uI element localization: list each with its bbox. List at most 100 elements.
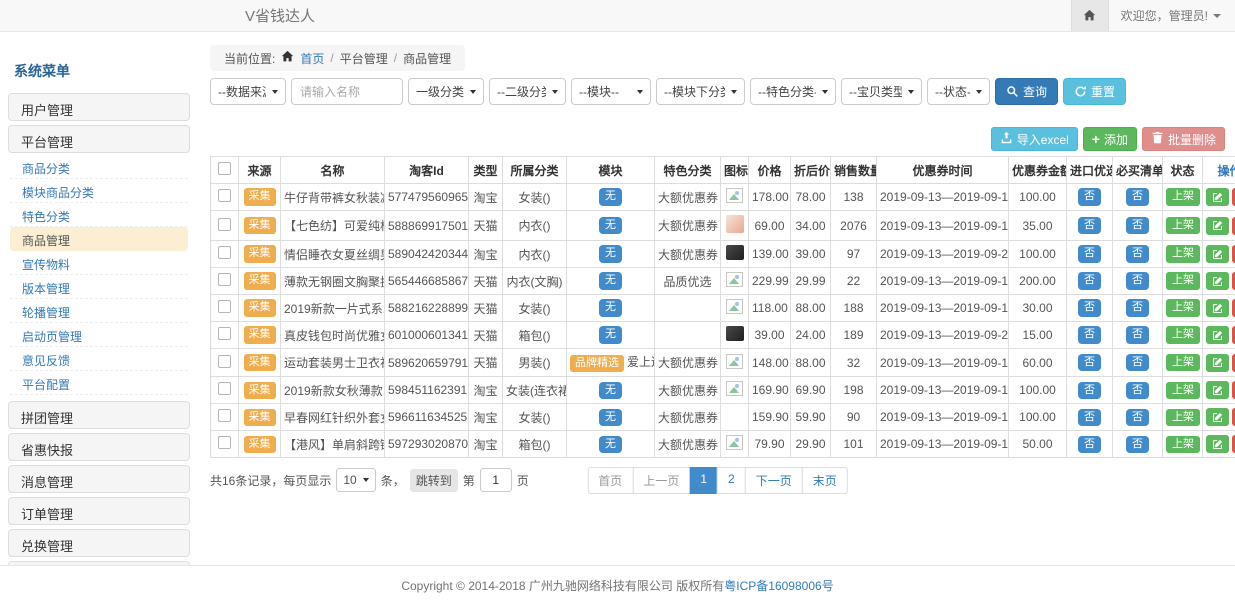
sidebar-item-goods-category[interactable]: 商品分类 [10,155,188,179]
select-all-checkbox[interactable] [218,162,231,175]
column-header: 价格 [749,157,791,184]
ops-cell [1203,322,1235,349]
status-cell: 上架 [1163,295,1203,322]
edit-button[interactable] [1206,435,1229,453]
edit-button[interactable] [1206,188,1229,206]
discount-price-cell: 88.00 [791,295,831,322]
coupon-time-cell: 2019-09-13—2019-09-17 [877,268,1009,295]
imported-cell: 否 [1067,404,1113,431]
page-last[interactable]: 末页 [802,467,848,494]
sidebar-group-users[interactable]: 用户管理 [8,93,190,121]
add-button[interactable]: +添加 [1083,127,1137,151]
filter-search-button[interactable]: 查询 [995,78,1058,105]
sidebar-group-message[interactable]: 消息管理 [8,465,190,493]
import-excel-button[interactable]: 导入excel [991,127,1078,151]
filter-select-status[interactable]: --状态-- [927,78,990,105]
module-cell: 无 [567,377,655,404]
page-first[interactable]: 首页 [587,467,633,494]
module-none-badge: 无 [599,272,622,289]
sidebar-group-exchange[interactable]: 兑换管理 [8,529,190,557]
edit-button[interactable] [1206,245,1229,263]
filter-select-feature[interactable]: --特色分类-- [750,78,836,105]
sidebar-group-platform[interactable]: 平台管理 [8,125,190,153]
coupon-amount-cell: 100.00 [1009,377,1067,404]
caret-down-icon [822,90,828,94]
jump-button[interactable]: 跳转到 [410,469,458,492]
thumbnail-cell [721,295,749,322]
sidebar-item-promo-material[interactable]: 宣传物料 [10,251,188,275]
module-none-badge: 无 [599,382,622,399]
row-checkbox[interactable] [218,189,231,202]
thumbnail-cell [721,322,749,349]
page-next[interactable]: 下一页 [745,467,803,494]
edit-button[interactable] [1206,408,1229,426]
row-checkbox[interactable] [218,218,231,231]
row-checkbox[interactable] [218,409,231,422]
sidebar-item-feature-category[interactable]: 特色分类 [10,203,188,227]
column-header: 销售数量 [831,157,877,184]
top-header: V省钱达人 欢迎您，管理员! [0,0,1235,32]
sidebar-title: 系统菜单 [8,55,190,89]
edit-button[interactable] [1206,299,1229,317]
page-1[interactable]: 1 [689,467,718,494]
row-checkbox[interactable] [218,300,231,313]
edit-button[interactable] [1206,272,1229,290]
filter-select-module[interactable]: --模块-- [571,78,651,105]
row-select-cell [211,431,239,458]
source-badge: 采集 [244,245,276,262]
row-checkbox[interactable] [218,382,231,395]
batch-delete-button[interactable]: 批量删除 [1142,127,1225,151]
sidebar-group-order[interactable]: 订单管理 [8,497,190,525]
coupon-time-cell: 2019-09-13—2019-09-18 [877,431,1009,458]
row-checkbox[interactable] [218,327,231,340]
filter-name-input[interactable] [291,78,403,105]
row-checkbox[interactable] [218,246,231,259]
sidebar-group-express[interactable]: 省惠快报 [8,433,190,461]
status-cell: 上架 [1163,431,1203,458]
module-cell: 无 [567,404,655,431]
filter-select-cat1[interactable]: 一级分类 [408,78,484,105]
imported-cell: 否 [1067,322,1113,349]
home-nav-button[interactable] [1071,0,1109,31]
sidebar-item-carousel-manage[interactable]: 轮播管理 [10,299,188,323]
ops-cell [1203,268,1235,295]
page-size-select[interactable]: 10 [336,468,375,492]
edit-button[interactable] [1206,381,1229,399]
icp-link[interactable]: 粤ICP备16098006号 [724,579,833,593]
sidebar-group-groupbuy[interactable]: 拼团管理 [8,401,190,429]
sidebar-item-splash-manage[interactable]: 启动页管理 [10,323,188,347]
sidebar-item-platform-config[interactable]: 平台配置 [10,371,188,395]
edit-icon [1212,220,1223,231]
filter-select-cat2[interactable]: --二级分类-- [489,78,566,105]
category-cell: 女装() [503,295,567,322]
row-checkbox[interactable] [218,355,231,368]
must-buy-badge: 否 [1126,436,1149,453]
jump-page-input[interactable] [480,468,512,492]
filter-select-source[interactable]: --数据来源-- [210,78,286,105]
edit-button[interactable] [1206,354,1229,372]
edit-icon [1212,192,1223,203]
imported-cell: 否 [1067,431,1113,458]
breadcrumb-home-link[interactable]: 首页 [300,50,324,67]
taoke-id-cell: 589042420344 [385,241,469,268]
page-2[interactable]: 2 [717,467,746,494]
user-menu[interactable]: 欢迎您，管理员! [1109,7,1235,24]
filter-reset-button[interactable]: 重置 [1063,78,1126,105]
sidebar-item-module-goods-category[interactable]: 模块商品分类 [10,179,188,203]
module-none-badge: 无 [599,436,622,453]
row-checkbox[interactable] [218,436,231,449]
edit-button[interactable] [1206,326,1229,344]
row-checkbox[interactable] [218,273,231,286]
page-prev[interactable]: 上一页 [632,467,690,494]
ops-cell [1203,431,1235,458]
sidebar-item-version-manage[interactable]: 版本管理 [10,275,188,299]
status-badge: 上架 [1166,409,1200,426]
filter-select-value: --宝贝类型-- [849,83,902,100]
type-cell: 淘宝 [469,404,503,431]
filter-select-item-type[interactable]: --宝贝类型-- [841,78,922,105]
sidebar-item-goods-manage[interactable]: 商品管理 [10,227,188,251]
sidebar-item-feedback[interactable]: 意见反馈 [10,347,188,371]
edit-button[interactable] [1206,217,1229,235]
filter-select-module-sub[interactable]: --模块下分类-- [656,78,745,105]
price-cell: 79.90 [749,431,791,458]
